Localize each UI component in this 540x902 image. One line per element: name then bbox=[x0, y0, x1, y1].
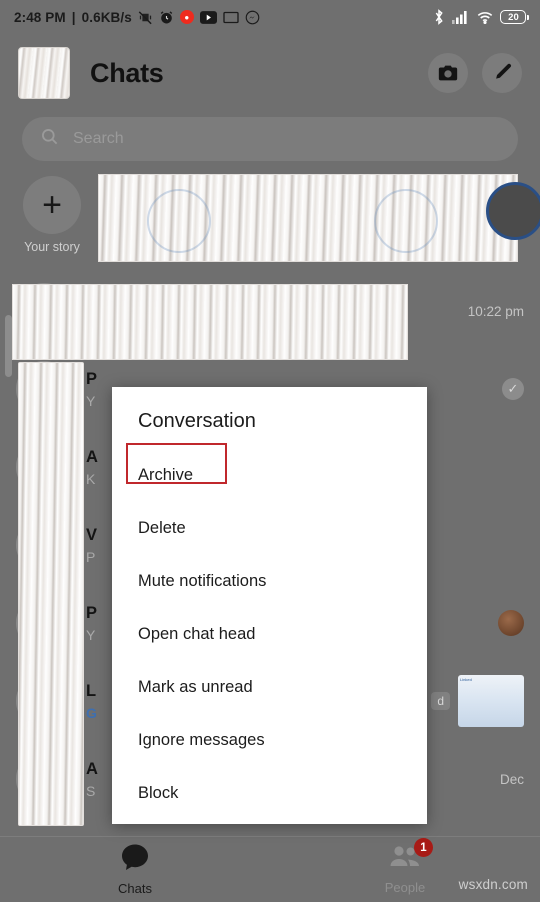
search-input[interactable]: Search bbox=[73, 130, 124, 148]
conversation-context-menu: Conversation Archive Delete Mute notific… bbox=[112, 387, 427, 824]
header-actions bbox=[428, 53, 522, 93]
search-icon bbox=[40, 127, 59, 151]
menu-item-archive[interactable]: Archive bbox=[138, 449, 401, 502]
avatar bbox=[16, 517, 72, 573]
wifi-icon bbox=[477, 11, 493, 24]
messenger-icon bbox=[245, 10, 260, 25]
thumbnail-main: Linked bbox=[460, 677, 472, 682]
camera-button[interactable] bbox=[428, 53, 468, 93]
menu-item-mute-notifications[interactable]: Mute notifications bbox=[138, 555, 401, 608]
alarm-clock-icon bbox=[159, 10, 174, 25]
profile-avatar[interactable] bbox=[18, 47, 70, 99]
bottom-navigation: Chats 1 People bbox=[0, 836, 540, 902]
watermark: wsxdn.com bbox=[458, 877, 528, 892]
table-row[interactable]: 10:22 pm bbox=[0, 272, 540, 350]
chat-name: P bbox=[86, 369, 98, 388]
cellular-signal-icon bbox=[452, 10, 470, 24]
compose-button[interactable] bbox=[482, 53, 522, 93]
status-bar: 2:48 PM | 0.6KB/s ● 20 bbox=[0, 0, 540, 34]
dialog-title: Conversation bbox=[138, 410, 256, 432]
avatar bbox=[16, 361, 72, 417]
status-bar-right: 20 bbox=[433, 9, 529, 25]
avatar bbox=[16, 595, 72, 651]
app-header: Chats bbox=[0, 42, 540, 104]
vibrate-off-icon bbox=[138, 10, 153, 25]
plus-icon: + bbox=[23, 176, 81, 234]
search-bar[interactable]: Search bbox=[22, 117, 518, 161]
thumbnail-side bbox=[502, 677, 522, 725]
chat-timestamp: 10:22 pm bbox=[467, 303, 524, 319]
status-time: 2:48 PM bbox=[14, 9, 66, 25]
avatar bbox=[16, 751, 72, 807]
your-story-button[interactable]: + Your story bbox=[22, 176, 82, 254]
list-scrollbar[interactable] bbox=[5, 315, 12, 377]
status-bar-left: 2:48 PM | 0.6KB/s ● bbox=[14, 10, 260, 25]
status-network-speed: 0.6KB/s bbox=[81, 9, 132, 25]
people-unread-badge: 1 bbox=[414, 838, 433, 857]
youtube-icon bbox=[199, 10, 217, 24]
record-dot-icon: ● bbox=[179, 10, 194, 24]
menu-item-block[interactable]: Block bbox=[138, 767, 401, 820]
people-icon: 1 bbox=[389, 838, 433, 875]
chat-row-text bbox=[86, 309, 458, 313]
chat-badge: d bbox=[431, 692, 450, 710]
compose-icon bbox=[491, 62, 513, 84]
screencast-icon bbox=[223, 11, 239, 24]
sender-avatar bbox=[498, 610, 524, 636]
avatar bbox=[16, 283, 72, 339]
story-item-partial[interactable] bbox=[486, 182, 540, 240]
menu-item-delete[interactable]: Delete bbox=[138, 502, 401, 555]
stories-blurred-overlay bbox=[98, 174, 518, 262]
nav-label-chats: Chats bbox=[118, 881, 152, 896]
avatar bbox=[16, 439, 72, 495]
chat-timestamp: Dec bbox=[499, 771, 524, 787]
menu-item-ignore-messages[interactable]: Ignore messages bbox=[138, 714, 401, 767]
link-preview-thumbnail: Linked bbox=[458, 675, 524, 727]
phone-screen: 2:48 PM | 0.6KB/s ● 20 Chats Search + Yo… bbox=[0, 0, 540, 902]
your-story-label: Your story bbox=[24, 240, 80, 254]
nav-label-people: People bbox=[384, 880, 426, 895]
menu-item-open-chat-head[interactable]: Open chat head bbox=[138, 608, 401, 661]
status-separator: | bbox=[71, 9, 76, 25]
chat-bubble-icon bbox=[120, 843, 150, 876]
page-title: Chats bbox=[90, 57, 164, 88]
nav-item-chats[interactable]: Chats bbox=[0, 843, 270, 896]
dialog-menu-list: Archive Delete Mute notifications Open c… bbox=[138, 449, 401, 820]
camera-icon bbox=[437, 62, 459, 84]
menu-item-mark-as-unread[interactable]: Mark as unread bbox=[138, 661, 401, 714]
battery-indicator: 20 bbox=[500, 10, 529, 24]
read-receipt-check-icon: ✓ bbox=[502, 378, 524, 400]
bluetooth-icon bbox=[433, 9, 445, 25]
avatar bbox=[16, 673, 72, 729]
